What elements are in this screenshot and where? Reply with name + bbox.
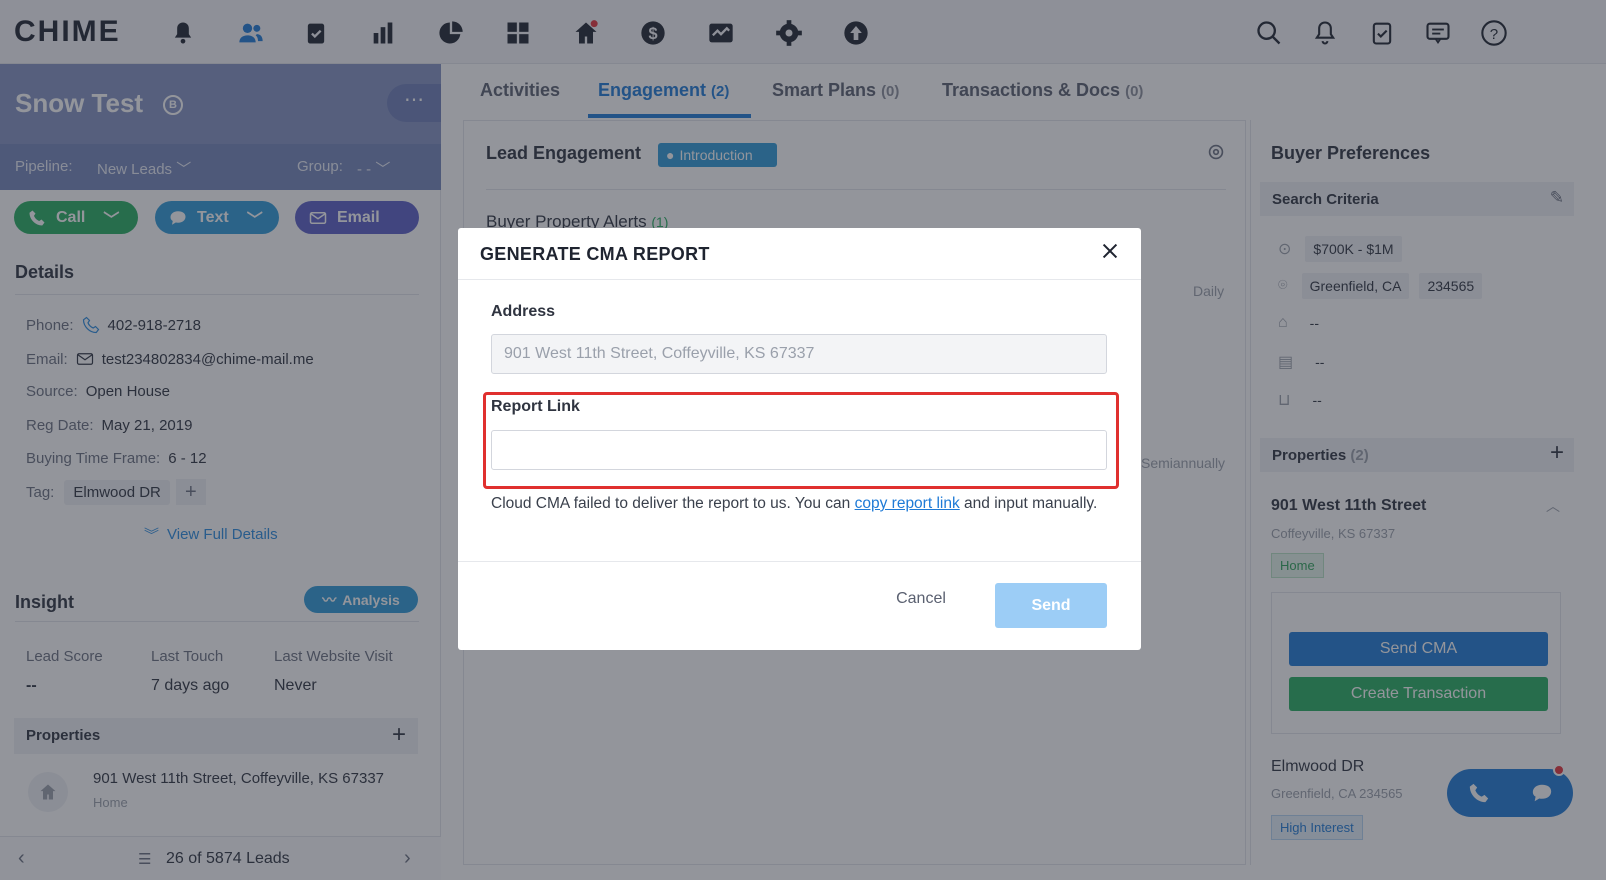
cma-help-text: Cloud CMA failed to deliver the report t… xyxy=(491,493,1101,515)
modal-footer-divider xyxy=(458,561,1141,562)
close-icon[interactable] xyxy=(1099,240,1123,264)
report-link-label: Report Link xyxy=(491,398,580,415)
generate-cma-report-modal: GENERATE CMA REPORT Address Report Link … xyxy=(458,228,1141,650)
cancel-button[interactable]: Cancel xyxy=(886,590,956,614)
report-link-input[interactable] xyxy=(491,430,1107,470)
address-label: Address xyxy=(491,303,556,320)
help-text-after: and input manually. xyxy=(959,495,1098,512)
help-text-before: Cloud CMA failed to deliver the report t… xyxy=(491,495,855,512)
modal-header-divider xyxy=(458,279,1141,280)
modal-title: GENERATE CMA REPORT xyxy=(480,244,710,264)
send-button[interactable]: Send xyxy=(995,583,1107,628)
address-input[interactable] xyxy=(491,334,1107,374)
copy-report-link[interactable]: copy report link xyxy=(855,495,960,512)
